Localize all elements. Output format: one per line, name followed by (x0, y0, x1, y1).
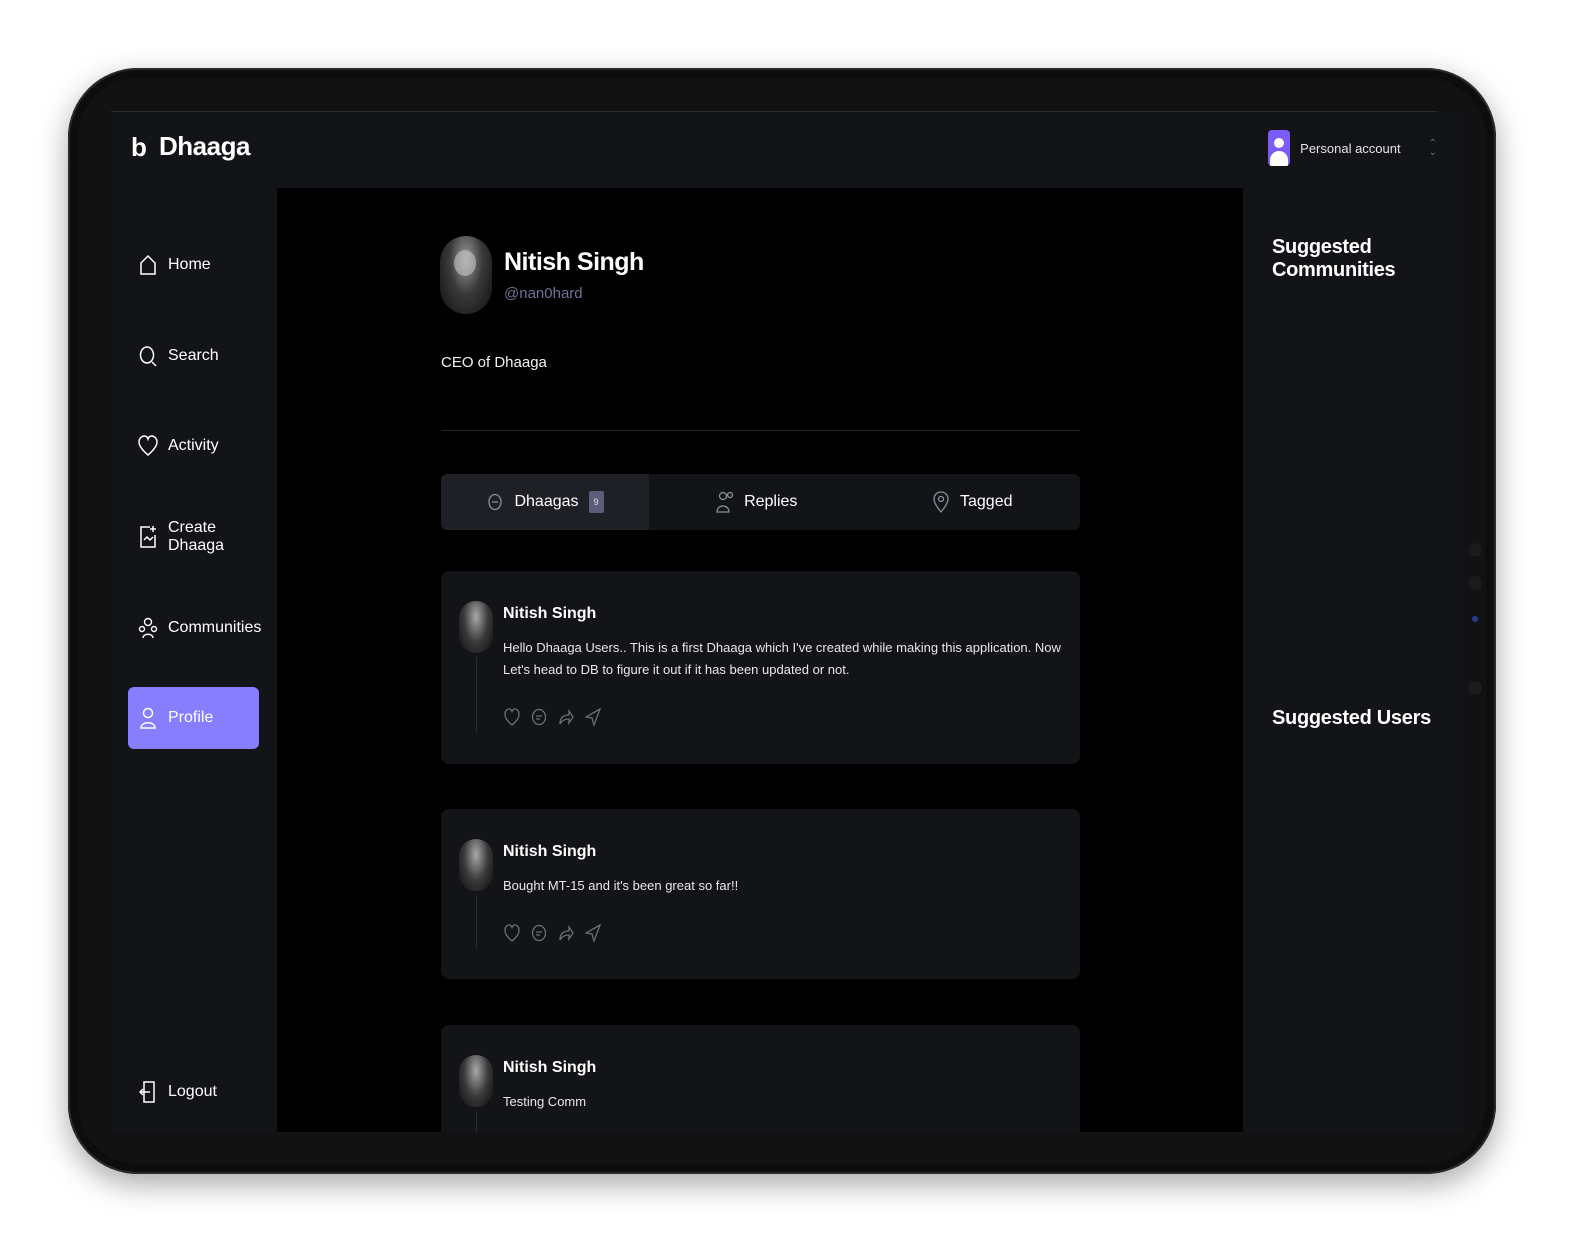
logout-button[interactable]: Logout (128, 1061, 259, 1123)
account-avatar-icon (1268, 130, 1291, 166)
tab-replies[interactable]: Replies (649, 474, 865, 530)
sidebar-item-communities[interactable]: Communities (128, 597, 262, 659)
post-author[interactable]: Nitish Singh (503, 843, 596, 861)
post-text: Testing Comm (503, 1094, 587, 1109)
tab-label: Replies (744, 493, 798, 510)
heart-icon (138, 434, 158, 458)
create-icon (138, 525, 158, 549)
profile-divider (441, 430, 1080, 431)
home-icon (138, 253, 158, 277)
reply-button[interactable] (530, 923, 547, 943)
brand[interactable]: b Dhaaga (131, 131, 250, 162)
profile-bio: CEO of Dhaaga (441, 354, 547, 371)
sidebar-item-profile[interactable]: Profile (128, 687, 259, 749)
sidebar-item-label: Profile (168, 709, 214, 726)
account-switcher[interactable]: Personal account ⌃ ⌄ (1268, 130, 1437, 166)
sidebar-item-home[interactable]: Home (128, 234, 259, 296)
replies-icon (716, 491, 734, 513)
post-card[interactable]: Nitish Singh Hello Dhaaga Users.. This i… (441, 571, 1080, 764)
camera-dot (1468, 576, 1482, 590)
post-actions (503, 707, 601, 727)
post-text: Hello Dhaaga Users.. This is a first Dha… (503, 640, 1061, 677)
logout-label: Logout (168, 1083, 217, 1100)
post-card[interactable]: Nitish Singh Bought MT-15 and it's been … (441, 809, 1080, 979)
tab-label: Dhaagas (514, 493, 579, 510)
search-icon (138, 344, 158, 368)
sidebar-item-create-dhaaga[interactable]: Create Dhaaga (128, 506, 259, 568)
thread-icon (486, 491, 504, 513)
profile-icon (138, 706, 158, 730)
profile-tabs: Dhaagas 9 Replies Tagged (441, 474, 1080, 530)
right-sidebar: Suggested Communities Suggested Users (1243, 188, 1465, 1132)
repost-button[interactable] (557, 923, 574, 943)
logo-icon: b (131, 131, 147, 162)
share-button[interactable] (584, 707, 601, 727)
profile-name: Nitish Singh (504, 248, 644, 276)
camera-lens (1472, 616, 1478, 622)
communities-icon (138, 616, 158, 640)
post-author[interactable]: Nitish Singh (503, 605, 596, 623)
main-content: Nitish Singh @nan0hard CEO of Dhaaga Dha… (277, 188, 1243, 1132)
profile-handle: @nan0hard (504, 285, 583, 302)
tab-dhaagas[interactable]: Dhaagas 9 (441, 474, 649, 530)
thread-line (476, 1111, 477, 1132)
sidebar-item-label: Activity (168, 437, 219, 454)
account-label: Personal account (1300, 140, 1401, 156)
sidebar-item-label: Create Dhaaga (168, 519, 225, 554)
sidebar-item-label: Search (168, 347, 219, 364)
suggested-communities-title: Suggested Communities (1272, 236, 1396, 281)
tab-tagged[interactable]: Tagged (865, 474, 1081, 530)
profile-avatar[interactable] (440, 236, 492, 314)
app-name: Dhaaga (159, 131, 250, 161)
post-author-avatar[interactable] (459, 1055, 493, 1107)
top-divider (111, 111, 1437, 112)
thread-line (476, 895, 477, 949)
logout-icon (138, 1080, 158, 1104)
like-button[interactable] (503, 707, 520, 727)
tab-count-badge: 9 (588, 491, 604, 513)
camera-dot (1468, 543, 1482, 557)
repost-button[interactable] (557, 707, 574, 727)
chevron-up-down-icon: ⌃ ⌄ (1428, 138, 1437, 158)
profile-header: Nitish Singh @nan0hard (440, 236, 644, 314)
sidebar-item-activity[interactable]: Activity (128, 415, 259, 477)
post-author-avatar[interactable] (459, 839, 493, 891)
post-card[interactable]: Nitish Singh Testing Comm (441, 1025, 1080, 1132)
tab-label: Tagged (960, 493, 1013, 510)
reply-button[interactable] (530, 707, 547, 727)
post-actions (503, 923, 601, 943)
post-author[interactable]: Nitish Singh (503, 1059, 596, 1077)
tag-icon (932, 491, 950, 513)
sidebar-item-label: Home (168, 256, 211, 273)
like-button[interactable] (503, 923, 520, 943)
left-sidebar: Home Search Activity Create Dhaaga Commu… (111, 188, 277, 1132)
sidebar-item-search[interactable]: Search (128, 325, 259, 387)
suggested-users-title: Suggested Users (1272, 707, 1431, 729)
share-button[interactable] (584, 923, 601, 943)
post-author-avatar[interactable] (459, 601, 493, 653)
thread-line (476, 657, 477, 733)
app-screen: b Dhaaga Personal account ⌃ ⌄ Home Search… (111, 111, 1465, 1132)
camera-dot (1468, 681, 1482, 695)
post-text: Bought MT-15 and it's been great so far!… (503, 878, 739, 893)
sidebar-item-label: Communities (168, 619, 262, 636)
